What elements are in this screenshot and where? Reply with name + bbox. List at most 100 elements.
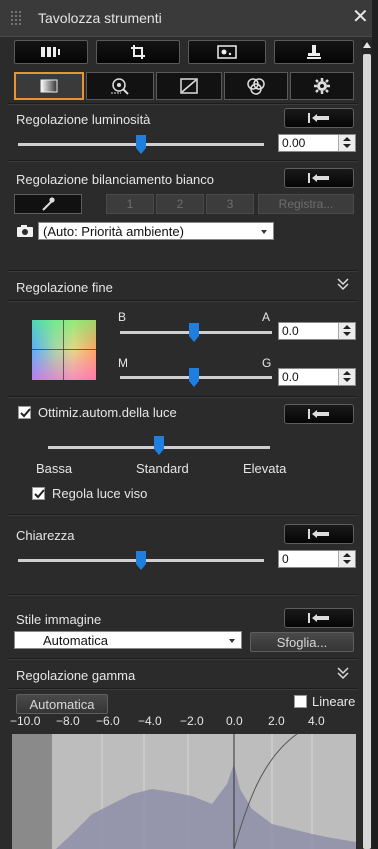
color-grid[interactable]	[32, 320, 96, 380]
gamma-tick: 2.0	[268, 714, 285, 728]
tab-tone-curve[interactable]	[156, 72, 222, 100]
ba-value-input[interactable]: 0.0	[278, 322, 356, 340]
spinner-arrows[interactable]	[338, 135, 355, 151]
ba-left-label: B	[118, 310, 127, 324]
eyedropper-icon	[42, 197, 55, 211]
face-lighting-checkbox[interactable]	[32, 487, 45, 500]
alo-scale-high: Elevata	[243, 461, 287, 476]
picture-style-label: Stile immagine	[16, 612, 102, 627]
histogram-graph	[56, 734, 356, 849]
mg-value: 0.0	[282, 370, 299, 384]
fine-tune-label: Regolazione fine	[16, 280, 113, 295]
mg-value-input[interactable]: 0.0	[278, 368, 356, 386]
alo-checkbox[interactable]	[18, 406, 31, 419]
divider	[8, 688, 358, 690]
tab-settings[interactable]	[290, 72, 354, 100]
clarity-reset-button[interactable]	[284, 524, 354, 544]
ba-right-label: A	[262, 310, 271, 324]
crosshair-v	[63, 320, 64, 380]
clarity-value-input[interactable]: 0	[278, 550, 356, 568]
alo-reset-button[interactable]	[284, 404, 354, 424]
gamma-tick: −6.0	[96, 714, 120, 728]
wb-register-button[interactable]: Registra...	[258, 194, 354, 214]
divider	[8, 300, 358, 302]
reset-icon	[308, 529, 329, 539]
scrollbar-thumb[interactable]	[363, 54, 371, 849]
tab-basic[interactable]	[14, 72, 84, 100]
mg-right-label: G	[262, 356, 272, 370]
ba-value: 0.0	[282, 324, 299, 338]
gamma-tick: −10.0	[10, 714, 41, 728]
clarity-label: Chiarezza	[16, 528, 75, 543]
basic-adjust-icon	[40, 79, 58, 93]
white-balance-reset-button[interactable]	[284, 168, 354, 188]
chevron-down-icon	[261, 230, 267, 234]
stamp-icon	[307, 45, 321, 59]
clarity-value: 0	[282, 552, 289, 566]
brightness-value-input[interactable]: 0.00	[278, 134, 356, 152]
gamma-tick: −2.0	[180, 714, 204, 728]
divider	[8, 594, 358, 596]
picture-style-select[interactable]: Automatica	[14, 631, 242, 649]
toolbar-button-stamp[interactable]	[274, 40, 354, 64]
title-bar[interactable]: Tavolozza strumenti ✕	[0, 0, 372, 37]
close-icon[interactable]: ✕	[352, 6, 369, 28]
spinner-arrows[interactable]	[338, 369, 355, 385]
grip-icon[interactable]	[10, 10, 22, 26]
divider	[8, 514, 358, 516]
spinner-arrows[interactable]	[338, 551, 355, 567]
gamma-label: Regolazione gamma	[16, 668, 136, 683]
wb-preset-1-button[interactable]: 1	[106, 194, 154, 214]
divider	[8, 103, 358, 105]
brightness-reset-button[interactable]	[284, 108, 354, 128]
linear-label: Lineare	[312, 694, 356, 709]
chevron-down-icon	[229, 639, 235, 643]
reset-icon	[308, 173, 329, 183]
wb-mode-select[interactable]: (Auto: Priorità ambiente)	[38, 222, 274, 240]
browse-button[interactable]: Sfoglia...	[250, 632, 354, 652]
divider	[8, 658, 358, 660]
toolbar-button-film[interactable]	[14, 40, 88, 64]
divider	[8, 160, 358, 162]
spinner-arrows[interactable]	[338, 323, 355, 339]
ba-slider-thumb[interactable]	[188, 323, 200, 343]
brightness-value: 0.00	[282, 136, 306, 150]
collapse-chevron-icon[interactable]	[336, 666, 350, 680]
alo-slider-thumb[interactable]	[153, 436, 165, 456]
tab-lens[interactable]	[86, 72, 154, 100]
lens-correction-icon	[111, 78, 129, 95]
mg-left-label: M	[118, 356, 128, 370]
reset-icon	[308, 113, 329, 123]
vertical-scrollbar[interactable]	[362, 40, 372, 849]
gamma-histogram[interactable]	[12, 734, 356, 849]
alo-label: Ottimiz.autom.della luce	[38, 405, 177, 420]
scroll-up-arrow-icon[interactable]	[363, 42, 371, 48]
tool-palette: Tavolozza strumenti ✕ Regolazione lumino…	[0, 0, 372, 849]
mg-slider-thumb[interactable]	[188, 368, 200, 388]
face-lighting-label: Regola luce viso	[52, 486, 148, 501]
tab-color[interactable]	[224, 72, 288, 100]
toolbar-button-dust[interactable]	[188, 40, 266, 64]
wb-preset-2-button[interactable]: 2	[156, 194, 204, 214]
linear-checkbox[interactable]	[294, 695, 307, 708]
settings-gear-icon	[314, 78, 330, 94]
gamma-tick: −4.0	[138, 714, 162, 728]
eyedropper-button[interactable]	[14, 194, 82, 214]
clarity-slider-thumb[interactable]	[135, 551, 147, 571]
wb-preset-3-button[interactable]: 3	[206, 194, 254, 214]
alo-scale-low: Bassa	[36, 461, 73, 476]
divider	[8, 270, 358, 272]
white-balance-label: Regolazione bilanciamento bianco	[16, 172, 215, 187]
reset-icon	[308, 409, 329, 419]
picture-style-reset-button[interactable]	[284, 608, 354, 628]
divider	[8, 396, 358, 398]
film-strip-icon	[41, 47, 60, 57]
collapse-chevron-icon[interactable]	[336, 277, 350, 291]
crosshair-h	[32, 349, 96, 350]
gamma-auto-button[interactable]: Automatica	[16, 694, 108, 714]
dust-delete-icon	[217, 45, 237, 59]
alo-scale-mid: Standard	[136, 461, 189, 476]
toolbar-button-crop[interactable]	[96, 40, 180, 64]
window-title: Tavolozza strumenti	[38, 10, 162, 26]
brightness-slider-thumb[interactable]	[135, 135, 147, 155]
